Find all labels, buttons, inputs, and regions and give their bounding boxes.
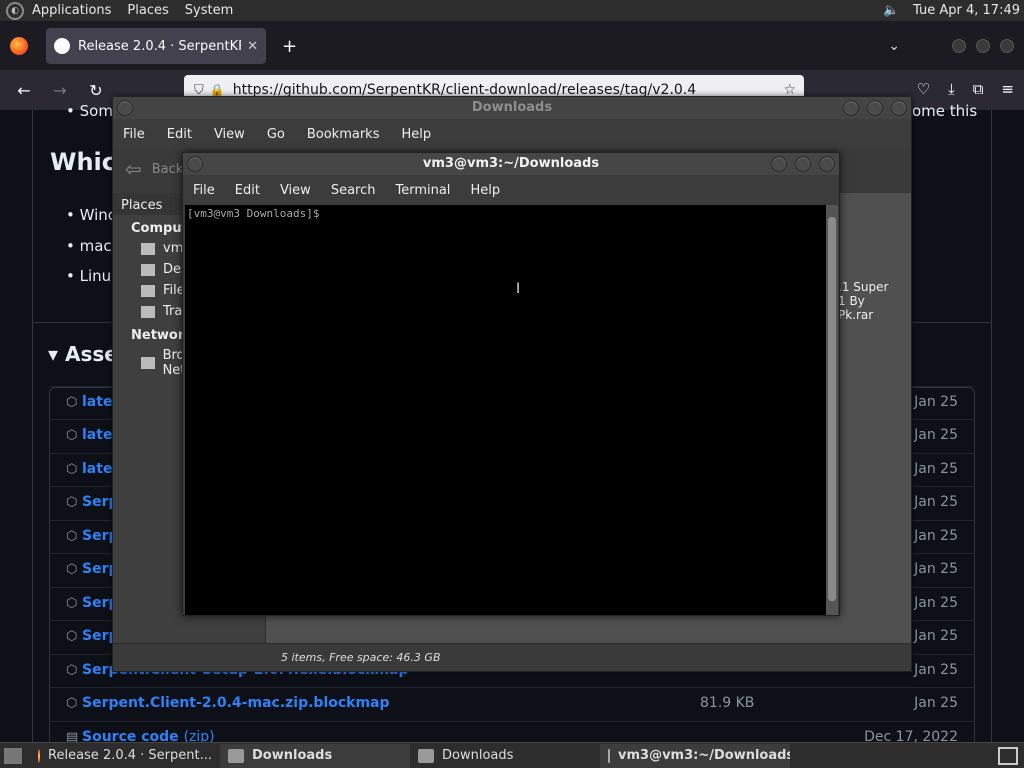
menu-search[interactable]: Search: [331, 183, 376, 198]
back-button[interactable]: Back: [152, 162, 184, 177]
menu-help[interactable]: Help: [470, 183, 500, 198]
scrollbar-thumb[interactable]: [828, 217, 836, 601]
close-button[interactable]: [891, 100, 907, 116]
github-favicon-icon: [54, 38, 70, 54]
distro-logo-icon[interactable]: ◐: [6, 1, 24, 20]
desktop-icon: [141, 263, 155, 276]
platform-linux: • Linu: [66, 267, 112, 285]
menu-system[interactable]: System: [185, 3, 233, 18]
menu-edit[interactable]: Edit: [235, 183, 260, 198]
maximize-button[interactable]: [976, 39, 990, 53]
menu-terminal[interactable]: Terminal: [395, 183, 450, 198]
firefox-icon: [38, 748, 41, 763]
source-code-row[interactable]: ▤ Source code (zip) Dec 17, 2022: [50, 721, 974, 745]
firefox-tab-bar: Release 2.0.4 · SerpentKR/c ✕ + ⌄: [0, 22, 1024, 70]
back-arrow-icon[interactable]: ⇦: [125, 157, 142, 181]
drive-icon: [141, 284, 155, 297]
terminal-scrollbar[interactable]: [826, 205, 838, 615]
file-manager-titlebar[interactable]: Downloads: [113, 97, 911, 119]
platform-windows: • Winc: [66, 206, 117, 224]
close-button[interactable]: [819, 156, 835, 172]
assets-toggle[interactable]: ▾ Asse: [48, 342, 118, 366]
folder-icon: [418, 748, 434, 763]
close-tab-icon[interactable]: ✕: [247, 39, 258, 54]
maximize-button[interactable]: [795, 156, 811, 172]
file-item-label[interactable]: .1 Super 1 By Pk.rar: [838, 280, 888, 322]
package-icon: ⬡: [66, 596, 78, 611]
terminal-screen[interactable]: [vm3@vm3 Downloads]$: [185, 205, 827, 615]
bullet-text: • Som: [66, 102, 113, 120]
downloads-icon[interactable]: ⤓: [948, 80, 955, 98]
new-tab-button[interactable]: +: [282, 36, 297, 57]
status-bar: 5 items, Free space: 46.3 GB: [113, 643, 911, 671]
menu-file[interactable]: File: [193, 183, 215, 198]
network-icon: [141, 357, 155, 369]
package-icon: ⬡: [66, 562, 78, 577]
maximize-button[interactable]: [867, 100, 883, 116]
taskbar-item-downloads[interactable]: Downloads: [410, 744, 600, 768]
terminal-menubar: File Edit View Search Terminal Help: [183, 175, 839, 205]
workspace-switcher[interactable]: [998, 746, 1018, 765]
folder-icon: [228, 748, 244, 763]
package-icon: ⬡: [66, 629, 78, 644]
list-tabs-chevron-icon[interactable]: ⌄: [888, 38, 900, 54]
terminal-titlebar[interactable]: vm3@vm3:~/Downloads: [183, 153, 839, 175]
package-icon: ⬡: [66, 428, 78, 443]
package-icon: ⬡: [66, 395, 78, 410]
menu-file[interactable]: File: [123, 127, 145, 142]
taskbar: Release 2.0.4 · Serpent... Downloads Dow…: [0, 742, 1024, 768]
minimize-button[interactable]: [843, 100, 859, 116]
terminal-window[interactable]: vm3@vm3:~/Downloads File Edit View Searc…: [182, 152, 840, 616]
app-menu-icon[interactable]: ≡: [1001, 80, 1014, 98]
menu-edit[interactable]: Edit: [167, 127, 192, 142]
show-desktop-icon[interactable]: [4, 747, 22, 764]
firefox-logo-icon[interactable]: [10, 37, 28, 55]
asset-row[interactable]: ⬡ Serpent.Client-2.0.4-mac.zip.blockmap 81…: [50, 687, 974, 720]
menu-bookmarks[interactable]: Bookmarks: [307, 127, 380, 142]
bullet-text-right: ome this: [912, 102, 978, 120]
text-cursor-icon: I: [516, 281, 521, 297]
menu-places[interactable]: Places: [127, 3, 168, 18]
tab-title: Release 2.0.4 · SerpentKR/c: [78, 38, 242, 54]
reload-icon[interactable]: ↻: [78, 81, 114, 100]
home-icon: [141, 242, 155, 255]
package-icon: ⬡: [66, 663, 78, 678]
package-icon: ⬡: [66, 462, 78, 477]
minimize-button[interactable]: [771, 156, 787, 172]
close-window-button[interactable]: [1000, 39, 1014, 53]
browser-tab[interactable]: Release 2.0.4 · SerpentKR/c ✕: [46, 28, 266, 64]
window-menu-button[interactable]: [187, 156, 203, 172]
menu-view[interactable]: View: [214, 127, 245, 142]
menu-go[interactable]: Go: [267, 127, 285, 142]
back-arrow-icon[interactable]: ←: [6, 81, 42, 100]
package-icon: ⬡: [66, 696, 78, 711]
desktop: ◐ Applications Places System 🔈 Tue Apr 4…: [0, 0, 1024, 768]
menu-view[interactable]: View: [280, 183, 311, 198]
forward-arrow-icon[interactable]: →: [42, 81, 78, 100]
file-manager-menubar: File Edit View Go Bookmarks Help: [113, 119, 911, 149]
menu-help[interactable]: Help: [401, 127, 431, 142]
top-panel: ◐ Applications Places System 🔈 Tue Apr 4…: [0, 0, 1024, 22]
shell-prompt: [vm3@vm3 Downloads]$: [187, 207, 320, 220]
package-icon: ⬡: [66, 529, 78, 544]
package-icon: ⬡: [66, 495, 78, 510]
menu-applications[interactable]: Applications: [32, 3, 111, 18]
extensions-icon[interactable]: ⧉: [973, 80, 984, 98]
taskbar-item-firefox[interactable]: Release 2.0.4 · Serpent...: [30, 744, 220, 768]
trash-icon: [141, 305, 155, 318]
pocket-icon[interactable]: ♡: [917, 80, 930, 98]
minimize-button[interactable]: [952, 39, 966, 53]
window-menu-button[interactable]: [117, 100, 133, 116]
lock-icon[interactable]: 🔒: [210, 83, 225, 97]
taskbar-item-terminal[interactable]: vm3@vm3:~/Downloads: [600, 743, 790, 768]
volume-icon[interactable]: 🔈: [883, 3, 901, 19]
clock[interactable]: Tue Apr 4, 17:49: [913, 3, 1020, 18]
terminal-icon: [608, 748, 610, 763]
taskbar-item-downloads-active[interactable]: Downloads: [220, 743, 410, 768]
platform-mac: • mac: [66, 237, 112, 255]
